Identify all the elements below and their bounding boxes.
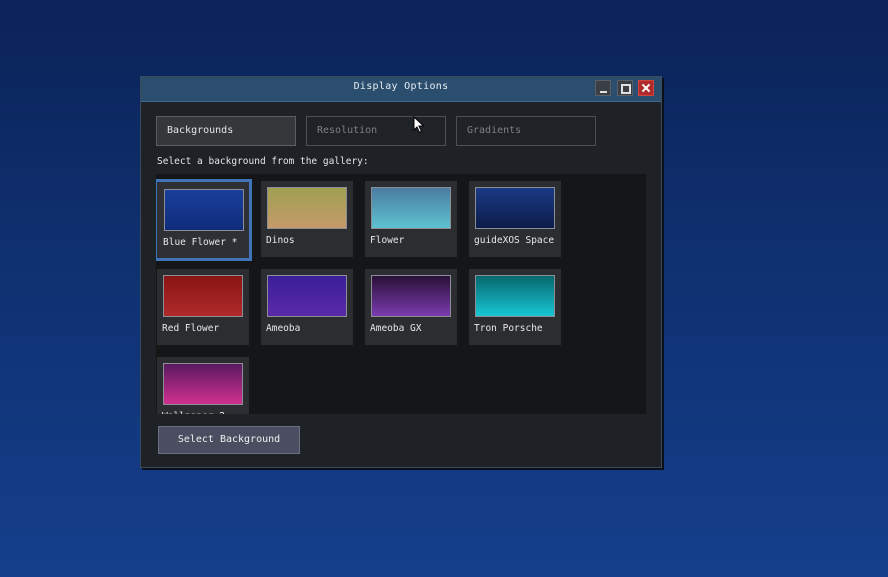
title-bar[interactable]: Display Options [141, 77, 661, 102]
background-thumbnail [371, 187, 451, 229]
background-thumbnail [267, 187, 347, 229]
gallery-item[interactable]: Blue Flower * [156, 179, 252, 261]
gallery-item-label: Tron Porsche [474, 323, 543, 334]
gallery-item-label: Flower [370, 235, 405, 246]
gallery-item[interactable]: Flower [365, 181, 457, 257]
background-thumbnail [164, 189, 244, 231]
tab-resolution[interactable]: Resolution [306, 116, 446, 146]
background-thumbnail [371, 275, 451, 317]
gallery-item[interactable]: Red Flower [157, 269, 249, 345]
gallery-prompt: Select a background from the gallery: [157, 156, 369, 167]
gallery-item-label: Blue Flower * [163, 237, 238, 248]
gallery-item-label: Ameoba [266, 323, 301, 334]
close-icon[interactable] [638, 80, 654, 96]
maximize-icon[interactable] [617, 80, 633, 96]
background-thumbnail [475, 187, 555, 229]
gallery-item-label: Wallpaper 2 [162, 411, 225, 414]
minimize-icon[interactable] [595, 80, 611, 96]
gallery-item[interactable]: Tron Porsche [469, 269, 561, 345]
background-thumbnail [475, 275, 555, 317]
background-thumbnail [267, 275, 347, 317]
gallery-item[interactable]: Ameoba GX [365, 269, 457, 345]
tab-backgrounds[interactable]: Backgrounds [156, 116, 296, 146]
gallery-item[interactable]: guideXOS Space [469, 181, 561, 257]
gallery-item[interactable]: Dinos [261, 181, 353, 257]
background-thumbnail [163, 275, 243, 317]
tab-gradients[interactable]: Gradients [456, 116, 596, 146]
gallery-item[interactable]: Ameoba [261, 269, 353, 345]
select-background-button[interactable]: Select Background [158, 426, 300, 454]
gallery-item-label: guideXOS Space [474, 235, 555, 246]
window-title: Display Options [353, 81, 449, 92]
background-thumbnail [163, 363, 243, 405]
gallery-item[interactable]: Wallpaper 2 [157, 357, 249, 414]
gallery-item-label: Red Flower [162, 323, 220, 334]
gallery-item-label: Ameoba GX [370, 323, 422, 334]
display-options-window: Display Options Backgrounds Resolution G… [140, 76, 662, 468]
gallery-item-label: Dinos [266, 235, 295, 246]
background-gallery: Blue Flower * Dinos Flower guideXOS Space Re… [156, 174, 646, 414]
